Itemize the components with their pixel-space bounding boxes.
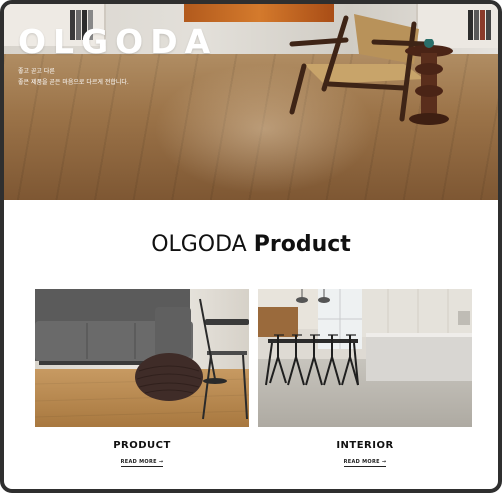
arrow-right-icon: →: [381, 459, 387, 465]
hero-logo[interactable]: OLGODA: [18, 22, 217, 61]
hero-banner: OLGODA 좋고 곧고 다른 좋은 제품을 곧은 마음으로 다르게 전합니다.: [4, 4, 498, 200]
hero-side-table: [405, 39, 453, 125]
interior-read-more-link[interactable]: READ MORE →: [258, 459, 472, 467]
section-title: OLGODA Product: [4, 232, 498, 257]
arrow-right-icon: →: [158, 459, 164, 465]
product-read-more-link[interactable]: READ MORE →: [35, 459, 249, 467]
product-card-image[interactable]: [35, 289, 249, 427]
interior-card-image[interactable]: [258, 289, 472, 427]
hero-tagline-line-2: 좋은 제품을 곧은 마음으로 다르게 전합니다.: [18, 79, 129, 86]
product-card-title: PRODUCT: [113, 440, 171, 451]
hero-tagline-line-1: 좋고 곧고 다른: [18, 68, 55, 75]
page-frame: OLGODA 좋고 곧고 다른 좋은 제품을 곧은 마음으로 다르게 전합니다.…: [0, 0, 502, 493]
interior-card[interactable]: INTERIOR READ MORE →: [258, 289, 472, 473]
section-title-product: Product: [253, 232, 351, 257]
product-read-more-label: READ MORE: [120, 459, 157, 465]
interior-card-title: INTERIOR: [336, 440, 394, 451]
section-title-brand: OLGODA: [151, 232, 247, 257]
interior-read-more-label: READ MORE: [343, 459, 380, 465]
product-card[interactable]: PRODUCT READ MORE →: [35, 289, 249, 473]
